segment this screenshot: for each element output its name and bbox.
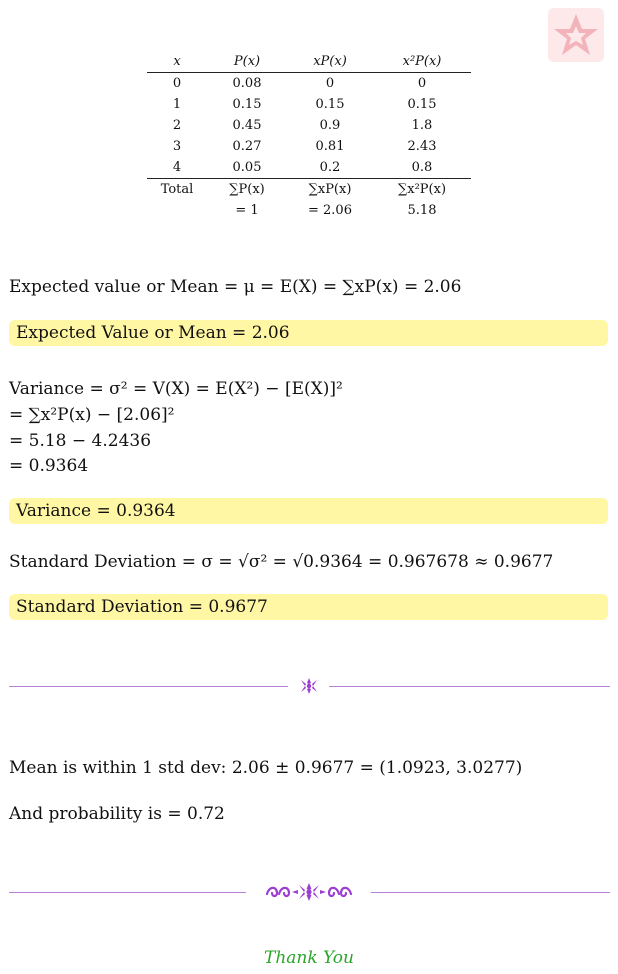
table-cell: 5.18 (407, 202, 437, 218)
table-cell: 0 (417, 76, 427, 91)
table-cell: ∑xP(x) (308, 182, 352, 197)
table-cell: 0.9 (319, 118, 341, 133)
table-cell: 0.15 (232, 97, 262, 112)
table-cell: = 2.06 (308, 202, 352, 218)
table-row: 0 0.08 0 0 (147, 73, 471, 94)
std-result: Standard Deviation = 0.9677 (9, 594, 608, 620)
table-row: 2 0.45 0.9 1.8 (147, 115, 471, 136)
table-cell: ∑P(x) (229, 182, 265, 197)
table-cell: 0.45 (232, 118, 262, 133)
table-cell: 0.2 (319, 160, 341, 175)
table-header-row: x P(x) xP(x) x²P(x) (147, 50, 471, 73)
table-header: x²P(x) (402, 53, 442, 69)
table-cell: ∑x²P(x) (397, 182, 447, 197)
mean-formula: Expected value or Mean = μ = E(X) = ∑xP(… (9, 277, 462, 297)
std-formula: Standard Deviation = σ = √σ² = √0.9364 =… (9, 552, 554, 572)
table-header: x (173, 53, 181, 69)
table-sum-row: = 1 = 2.06 5.18 (147, 200, 471, 220)
scroll-ornament-icon (265, 882, 353, 906)
variance-line-3: = 5.18 − 4.2436 (9, 431, 152, 451)
table-total-row: Total ∑P(x) ∑xP(x) ∑x²P(x) (147, 178, 471, 200)
table-cell: 0.15 (315, 97, 345, 112)
table-cell: 0 (172, 76, 182, 91)
table-cell: 1 (172, 97, 182, 112)
probability-table: x P(x) xP(x) x²P(x) 0 0.08 0 0 1 0.15 0.… (147, 50, 471, 220)
table-cell: 4 (172, 160, 182, 175)
divider-right (329, 686, 610, 687)
table-row: 3 0.27 0.81 2.43 (147, 136, 471, 157)
table-cell: 2.43 (407, 139, 437, 154)
table-cell: Total (160, 182, 194, 197)
divider-left (9, 686, 288, 687)
table-cell: 0.27 (232, 139, 262, 154)
divider-left (9, 892, 246, 893)
mean-result: Expected Value or Mean = 2.06 (9, 320, 608, 346)
table-cell: = 1 (235, 202, 259, 218)
table-cell: 1.8 (411, 118, 433, 133)
table-cell: 0.15 (407, 97, 437, 112)
table-cell: 2 (172, 118, 182, 133)
table-row: 4 0.05 0.2 0.8 (147, 157, 471, 178)
divider-right (371, 892, 610, 893)
table-row: 1 0.15 0.15 0.15 (147, 94, 471, 115)
logo (548, 8, 604, 62)
variance-line-1: Variance = σ² = V(X) = E(X²) − [E(X)]² (9, 379, 343, 399)
table-header: P(x) (233, 53, 261, 69)
variance-line-2: = ∑x²P(x) − [2.06]² (9, 405, 175, 425)
table-cell: 0.81 (315, 139, 345, 154)
table-cell: 0.8 (411, 160, 433, 175)
thank-you-text: Thank You (263, 948, 354, 968)
variance-line-4: = 0.9364 (9, 456, 89, 476)
table-cell: 0 (325, 76, 335, 91)
variance-result: Variance = 0.9364 (9, 498, 608, 524)
table-cell: 0.08 (232, 76, 262, 91)
within-std-line: Mean is within 1 std dev: 2.06 ± 0.9677 … (9, 758, 523, 778)
probability-line: And probability is = 0.72 (9, 804, 225, 824)
flower-ornament-icon (300, 678, 318, 698)
table-cell: 3 (172, 139, 182, 154)
table-header: xP(x) (313, 53, 347, 69)
star-logo-icon (554, 14, 598, 55)
table-cell: 0.05 (232, 160, 262, 175)
